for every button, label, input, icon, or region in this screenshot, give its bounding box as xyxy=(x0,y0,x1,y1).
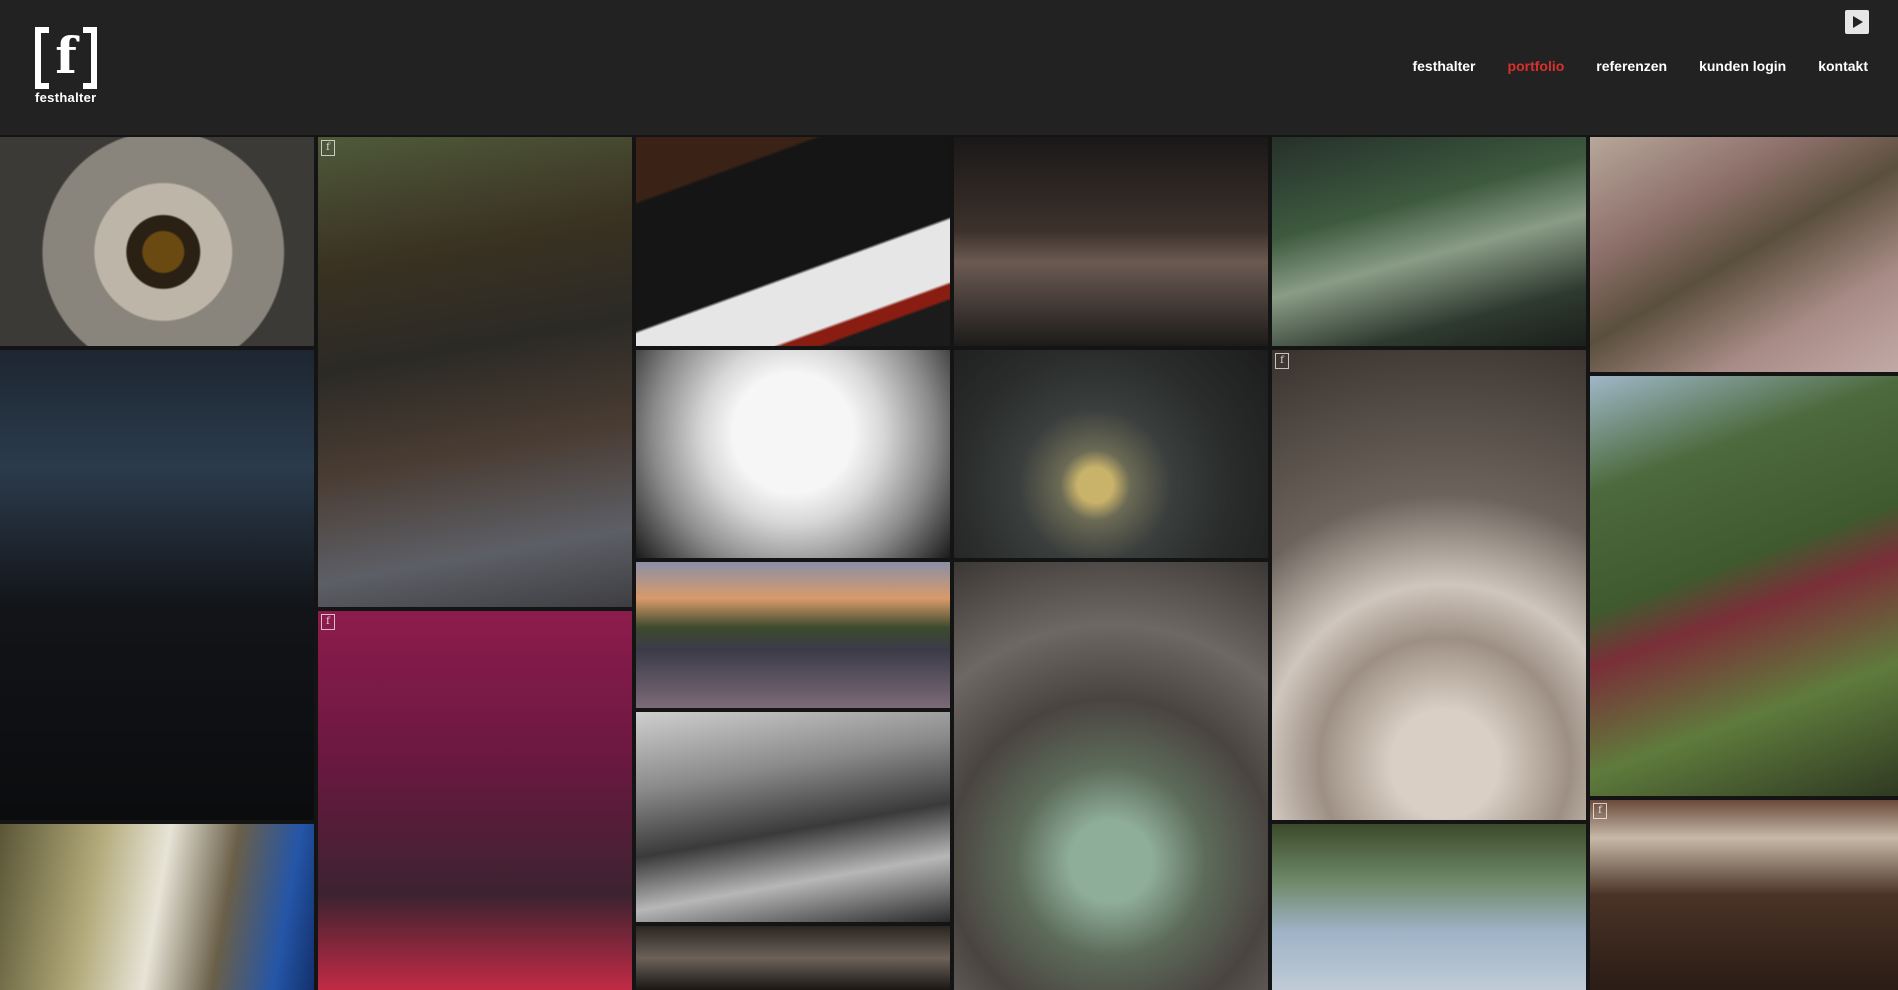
logo-bracket-icon: f xyxy=(35,26,97,89)
gallery-photo-spiral-staircase-top-view[interactable] xyxy=(0,137,314,346)
festhalter-badge-icon: f xyxy=(1593,803,1607,819)
gallery-photo-industrial-roof[interactable] xyxy=(636,926,950,990)
site-header: f festhalter festhalter portfolio refere… xyxy=(0,0,1898,135)
festhalter-logo[interactable]: f festhalter xyxy=(35,26,99,107)
gallery-photo-spiral-staircase-white[interactable]: f xyxy=(1272,350,1586,820)
gallery-photo-chrysler-building-night[interactable] xyxy=(0,350,314,820)
gallery-photo-tuk-tuk-green[interactable] xyxy=(1590,376,1898,796)
gallery-photo-trees-sky[interactable] xyxy=(1272,824,1586,990)
gallery-photo-woman-in-attic[interactable]: f xyxy=(1590,800,1898,990)
gallery-photo-perfume-bottles-flower[interactable] xyxy=(954,350,1268,558)
nav-item-portfolio[interactable]: portfolio xyxy=(1508,58,1565,74)
gallery-photo-festival-crowd[interactable] xyxy=(636,562,950,708)
gallery-photo-singer-sequin-hood[interactable]: f xyxy=(318,611,632,990)
gallery-photo-sneakers-display[interactable] xyxy=(636,712,950,922)
festhalter-badge-icon: f xyxy=(321,614,335,630)
play-icon[interactable] xyxy=(1845,10,1869,34)
gallery-photo-subway-station[interactable] xyxy=(0,824,314,990)
gallery-photo-tattoo-machines[interactable] xyxy=(954,137,1268,346)
gallery-photo-concert-duo-backlit[interactable] xyxy=(636,350,950,558)
nav-item-referenzen[interactable]: referenzen xyxy=(1596,58,1667,74)
logo-letter: f xyxy=(55,26,77,85)
gallery-photo-drawer-with-money[interactable] xyxy=(1590,137,1898,372)
gallery-photo-old-wine-bottles[interactable] xyxy=(1272,137,1586,346)
gallery-photo-green-bottles-frangipani[interactable] xyxy=(954,562,1268,990)
nav-item-kontakt[interactable]: kontakt xyxy=(1818,58,1868,74)
festhalter-badge-icon: f xyxy=(1275,353,1289,369)
main-nav: festhalter portfolio referenzen kunden l… xyxy=(1380,58,1868,74)
nav-item-kunden-login[interactable]: kunden login xyxy=(1699,58,1786,74)
nav-item-festhalter[interactable]: festhalter xyxy=(1412,58,1475,74)
festhalter-badge-icon: f xyxy=(321,140,335,156)
gallery-photo-organ-stops-keyboard[interactable] xyxy=(636,137,950,346)
logo-wordmark: festhalter xyxy=(35,90,97,105)
gallery-photo-abandoned-room-ballerina[interactable]: f xyxy=(318,137,632,607)
